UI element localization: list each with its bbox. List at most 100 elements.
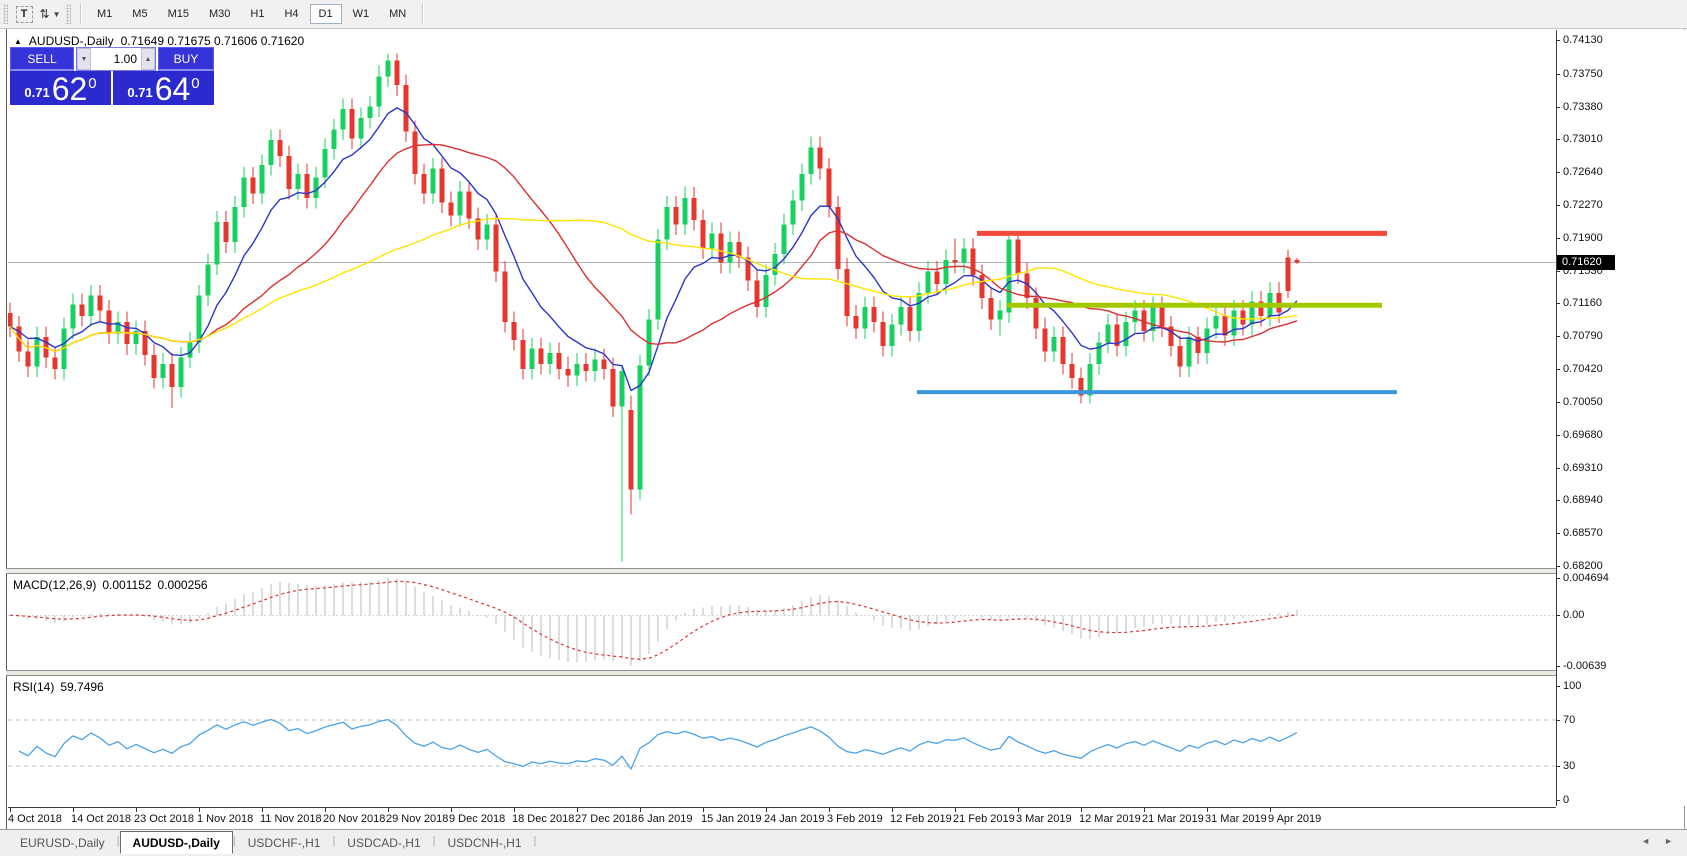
axis-tick [1207, 808, 1208, 812]
axis-tick [1556, 720, 1560, 721]
axis-tick [1556, 402, 1560, 403]
timeframe-h4[interactable]: H4 [275, 4, 307, 24]
macd-indicator-panel[interactable]: MACD(12,26,9) 0.001152 0.000256 [8, 574, 1556, 670]
chevron-down-icon: ▼ [53, 10, 61, 19]
price-axis-label: 0.73010 [1563, 133, 1603, 145]
price-axis-label: 0.69310 [1563, 462, 1603, 474]
toolbar-separator [422, 3, 423, 25]
rsi-indicator-panel[interactable]: RSI(14) 59.7496 [8, 676, 1556, 806]
date-axis-label: 9 Dec 2018 [449, 813, 505, 825]
timeframe-m5[interactable]: M5 [123, 4, 156, 24]
axis-tick [1270, 808, 1271, 812]
rsi-axis-label: 100 [1563, 680, 1581, 692]
buy-button[interactable]: BUY [158, 47, 214, 71]
axis-tick [1556, 435, 1560, 436]
date-axis-label: 24 Jan 2019 [764, 813, 825, 825]
axis-tick [640, 808, 641, 812]
axis-tick [451, 808, 452, 812]
toolbar-grip[interactable] [3, 4, 8, 24]
macd-label: MACD(12,26,9) 0.001152 0.000256 [13, 578, 208, 592]
toolbar-separator [80, 3, 81, 25]
axis-tick [1556, 205, 1560, 206]
axis-tick [766, 808, 767, 812]
sell-price-display[interactable]: 0.71 62 0 [10, 71, 111, 105]
scroll-right-icon[interactable]: ► [1664, 836, 1673, 846]
date-axis-label: 14 Oct 2018 [71, 813, 131, 825]
toolbar-grip[interactable] [66, 4, 71, 24]
axis-tick [1556, 468, 1560, 469]
price-axis-label: 0.71900 [1563, 232, 1603, 244]
timeframe-m15[interactable]: M15 [159, 4, 198, 24]
axis-tick [955, 808, 956, 812]
tab-audusd-daily[interactable]: AUDUSD-,Daily [120, 831, 233, 854]
timeframe-h1[interactable]: H1 [241, 4, 273, 24]
axis-tick [1556, 40, 1560, 41]
text-tool-icon: T [16, 6, 33, 23]
date-axis-label: 21 Feb 2019 [953, 813, 1015, 825]
axis-tick [10, 808, 11, 812]
volume-increase-button[interactable]: ▲ [141, 48, 155, 70]
timeframe-mn[interactable]: MN [380, 4, 415, 24]
volume-stepper: ▼ ▲ [76, 47, 156, 71]
timeframe-d1[interactable]: D1 [310, 4, 342, 24]
price-axis-label: 0.70050 [1563, 396, 1603, 408]
rsi-chart[interactable] [8, 676, 1556, 806]
text-tool-button[interactable]: T [12, 3, 36, 25]
axis-tick [136, 808, 137, 812]
date-axis-label: 6 Jan 2019 [638, 813, 692, 825]
price-axis-label: 0.71530 [1563, 265, 1603, 277]
toolbar: T ⇅ ▼ M1M5M15M30H1H4D1W1MN [0, 0, 1687, 29]
tab-eurusd-daily[interactable]: EURUSD-,Daily [8, 831, 117, 854]
price-axis-label: 0.74130 [1563, 34, 1603, 46]
date-axis-label: 12 Mar 2019 [1079, 813, 1141, 825]
tab-usdchf-h1[interactable]: USDCHF-,H1 [236, 831, 333, 854]
date-axis-label: 21 Mar 2019 [1142, 813, 1204, 825]
date-axis-label: 29 Nov 2018 [386, 813, 448, 825]
tab-usdcnh-h1[interactable]: USDCNH-,H1 [436, 831, 534, 854]
date-axis-label: 11 Nov 2018 [260, 813, 322, 825]
cursor-tool-button[interactable]: ⇅ ▼ [38, 3, 62, 25]
collapse-triangle-icon[interactable]: ▲ [14, 37, 22, 46]
macd-chart[interactable] [8, 574, 1556, 670]
buy-price-display[interactable]: 0.71 64 0 [113, 71, 214, 105]
tab-separator: | [534, 835, 537, 854]
axis-tick [1556, 800, 1560, 801]
price-axis-label: 0.70790 [1563, 330, 1603, 342]
one-click-trading-panel: SELL ▼ ▲ BUY 0.71 62 0 0.71 64 0 [10, 47, 214, 105]
price-axis[interactable]: 0.71620 0.741300.737500.733800.730100.72… [1557, 30, 1687, 806]
price-axis-label: 0.69680 [1563, 429, 1603, 441]
date-axis-label: 20 Nov 2018 [323, 813, 385, 825]
tab-usdcad-h1[interactable]: USDCAD-,H1 [335, 831, 432, 854]
axis-tick [892, 808, 893, 812]
timeframe-w1[interactable]: W1 [344, 4, 379, 24]
axis-tick [1556, 336, 1560, 337]
axis-tick [1556, 238, 1560, 239]
timeframe-m30[interactable]: M30 [200, 4, 239, 24]
volume-input[interactable] [91, 48, 141, 70]
date-axis-label: 15 Jan 2019 [701, 813, 762, 825]
rsi-value: 59.7496 [60, 680, 103, 694]
axis-tick [1556, 74, 1560, 75]
buy-price-big: 64 [155, 74, 191, 104]
rsi-label: RSI(14) 59.7496 [13, 680, 104, 694]
date-axis-label: 4 Oct 2018 [8, 813, 62, 825]
date-axis-label: 27 Dec 2018 [575, 813, 637, 825]
price-axis-label: 0.72640 [1563, 166, 1603, 178]
buy-price-pip: 0 [191, 75, 199, 92]
candlestick-chart[interactable] [8, 30, 1556, 568]
date-axis[interactable]: 4 Oct 201814 Oct 201823 Oct 20181 Nov 20… [8, 807, 1556, 829]
terminal-window: T ⇅ ▼ M1M5M15M30H1H4D1W1MN ▲ AUDUSD-,Dai… [0, 0, 1687, 856]
sell-button[interactable]: SELL [10, 47, 74, 71]
buy-price-main: 0.71 [127, 85, 152, 100]
macd-axis-label: -0.00639 [1563, 660, 1606, 672]
price-axis-label: 0.68570 [1563, 527, 1603, 539]
date-axis-label: 23 Oct 2018 [134, 813, 194, 825]
sell-price-main: 0.71 [24, 85, 49, 100]
chart-symbol-title: AUDUSD-,Daily [29, 34, 114, 48]
timeframe-m1[interactable]: M1 [88, 4, 121, 24]
volume-decrease-button[interactable]: ▼ [77, 48, 91, 70]
scroll-left-icon[interactable]: ◄ [1641, 836, 1650, 846]
price-chart-panel[interactable] [8, 30, 1556, 568]
sell-price-big: 62 [52, 74, 88, 104]
price-axis-label: 0.71160 [1563, 297, 1602, 309]
